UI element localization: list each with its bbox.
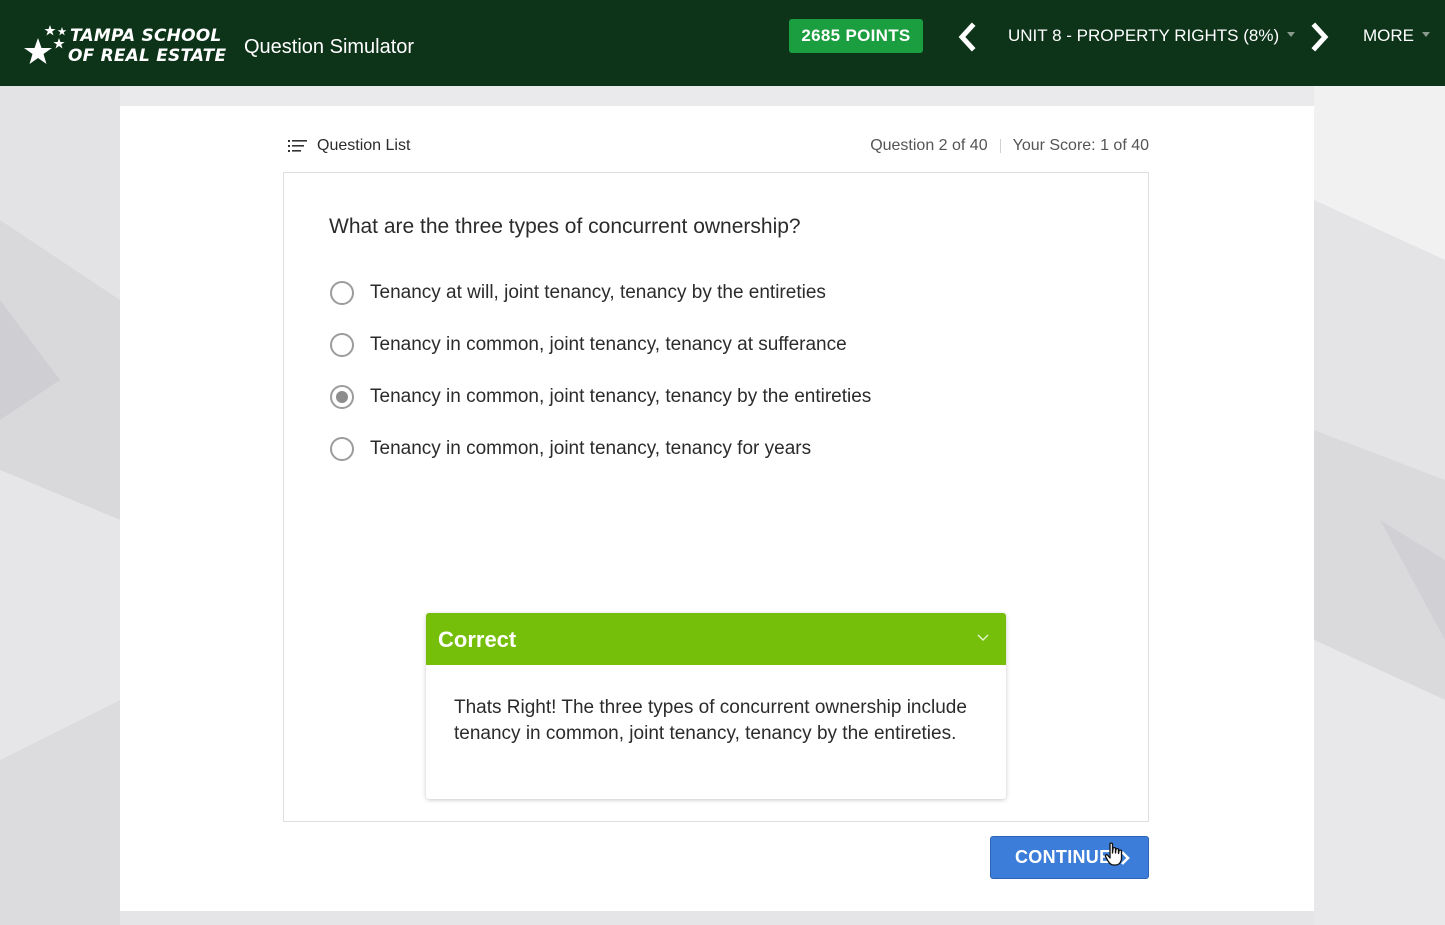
continue-button-label: CONTINUE: [1015, 847, 1112, 867]
chevron-right-icon: [1311, 22, 1329, 52]
logo-line-1: TAMPA SCHOOL: [70, 26, 222, 46]
next-unit-button[interactable]: [1308, 21, 1332, 53]
answer-option-label: Tenancy in common, joint tenancy, tenanc…: [370, 438, 812, 459]
app-title: Question Simulator: [244, 36, 415, 58]
answer-option-label: Tenancy at will, joint tenancy, tenancy …: [370, 282, 826, 303]
more-menu[interactable]: MORE: [1363, 25, 1430, 47]
question-card: What are the three types of concurrent o…: [283, 172, 1149, 822]
more-menu-label: MORE: [1363, 26, 1414, 45]
chevron-left-icon: [958, 22, 976, 52]
question-counter: Question 2 of 40: [870, 137, 988, 154]
question-list-label: Question List: [317, 137, 411, 154]
points-badge: 2685 POINTS: [789, 19, 923, 53]
feedback-panel: Correct Thats Right! The three types of …: [426, 613, 1006, 799]
question-list-button[interactable]: Question List: [288, 137, 410, 155]
answer-option-3[interactable]: Tenancy in common, joint tenancy, tenanc…: [330, 382, 871, 412]
feedback-header[interactable]: Correct: [426, 613, 1006, 665]
answer-option-label: Tenancy in common, joint tenancy, tenanc…: [370, 334, 847, 355]
previous-unit-button[interactable]: [955, 21, 979, 53]
logo-text: TAMPA SCHOOL OF REAL ESTATE: [68, 26, 227, 66]
list-icon: [288, 140, 307, 152]
answer-option-1[interactable]: Tenancy at will, joint tenancy, tenancy …: [330, 278, 826, 308]
question-text: What are the three types of concurrent o…: [329, 215, 801, 238]
chevron-down-icon[interactable]: [976, 633, 990, 643]
radio-button[interactable]: [330, 437, 354, 461]
radio-button[interactable]: [330, 333, 354, 357]
divider: [999, 138, 1001, 153]
logo-line-2: OF REAL ESTATE: [68, 46, 227, 66]
unit-selector[interactable]: UNIT 8 - PROPERTY RIGHTS (8%): [1008, 25, 1296, 47]
caret-down-icon: [1287, 32, 1296, 38]
answer-option-2[interactable]: Tenancy in common, joint tenancy, tenanc…: [330, 330, 847, 360]
answer-option-label: Tenancy in common, joint tenancy, tenanc…: [370, 386, 872, 407]
answer-option-4[interactable]: Tenancy in common, joint tenancy, tenanc…: [330, 434, 811, 464]
hand-cursor-icon: [1104, 842, 1123, 866]
score-counter: Your Score: 1 of 40: [1012, 137, 1149, 154]
app-header: TAMPA SCHOOL OF REAL ESTATE Question Sim…: [0, 0, 1445, 86]
radio-button[interactable]: [330, 281, 354, 305]
feedback-title: Correct: [438, 627, 517, 652]
caret-down-icon: [1422, 32, 1430, 38]
school-logo[interactable]: TAMPA SCHOOL OF REAL ESTATE: [22, 24, 232, 68]
star-icon: [24, 25, 67, 64]
radio-button-selected[interactable]: [330, 385, 354, 409]
feedback-explanation: Thats Right! The three types of concurre…: [454, 697, 967, 744]
unit-selector-label: UNIT 8 - PROPERTY RIGHTS (8%): [1008, 26, 1280, 45]
progress-indicator: Question 2 of 40 Your Score: 1 of 40: [864, 137, 1149, 155]
